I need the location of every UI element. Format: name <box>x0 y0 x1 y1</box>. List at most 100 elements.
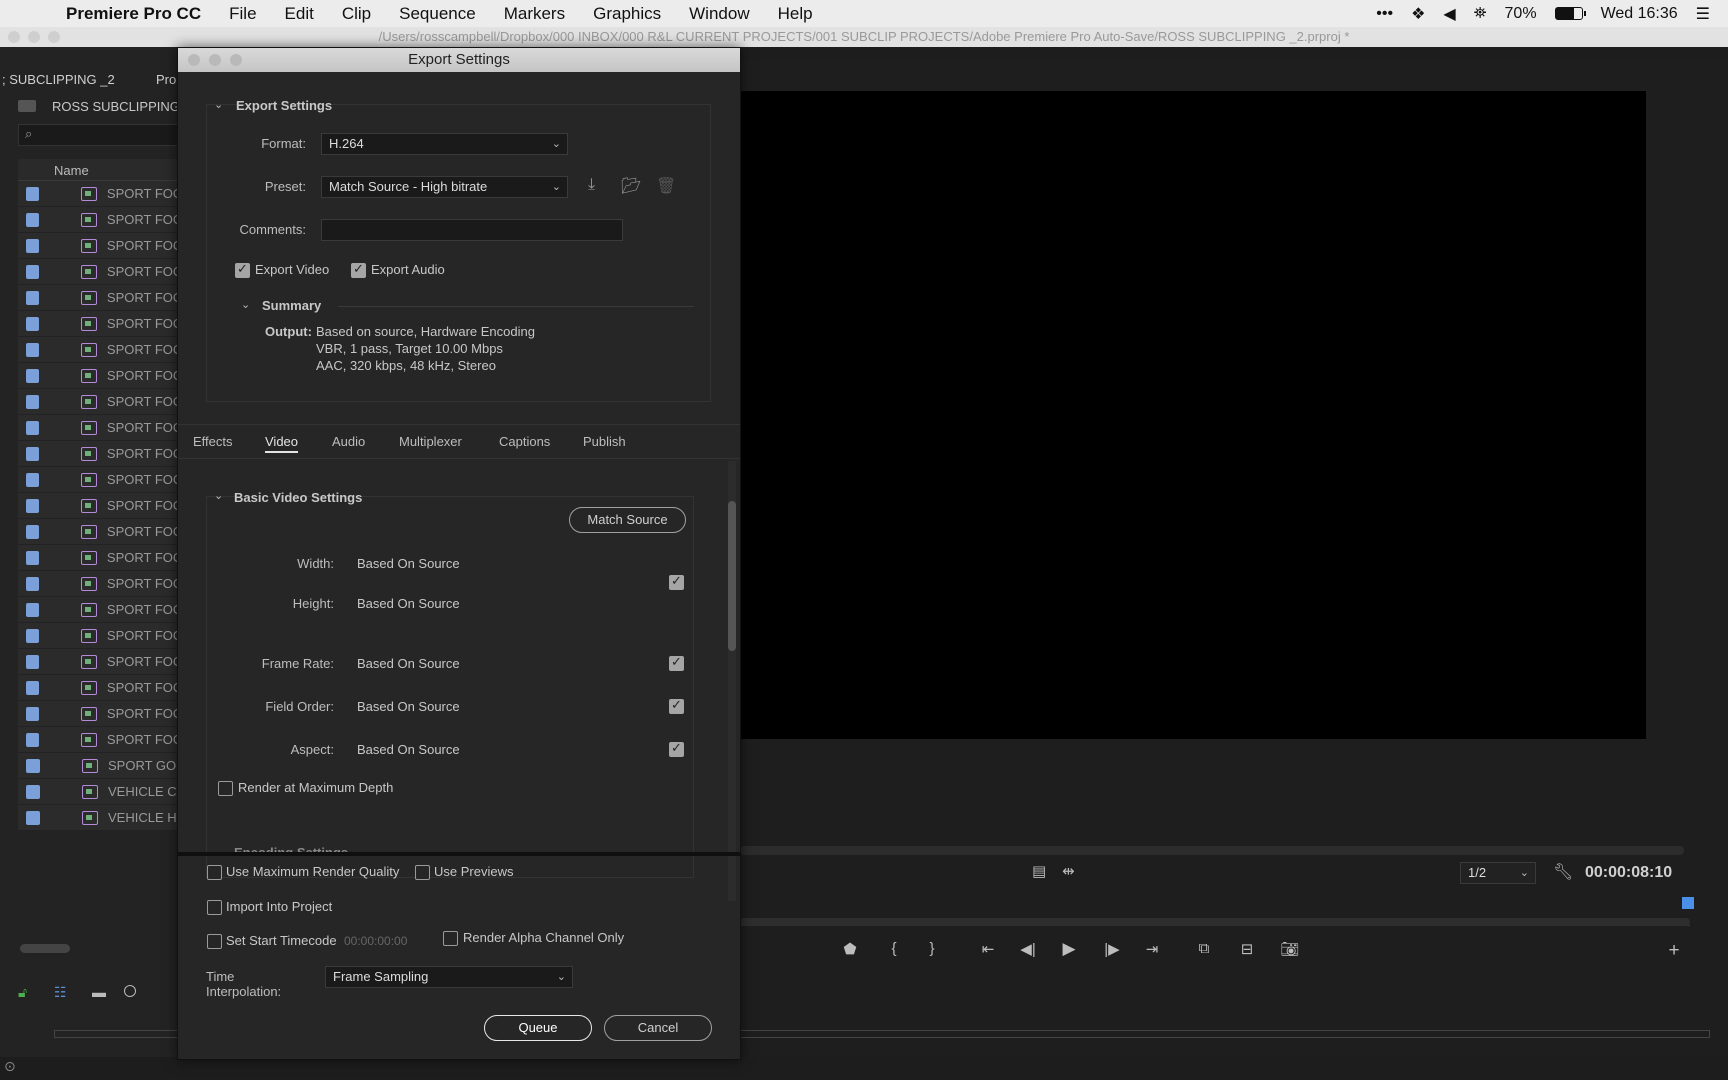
label-color-swatch[interactable] <box>26 238 40 253</box>
horizontal-scrollbar[interactable] <box>20 944 70 953</box>
preset-dropdown[interactable]: Match Source - High bitrate ⌄ <box>321 176 568 198</box>
monitor-zoom-scrollbar[interactable] <box>740 846 1684 855</box>
label-color-swatch[interactable] <box>26 576 40 591</box>
menu-window[interactable]: Window <box>675 0 763 27</box>
more-icon[interactable]: ••• <box>1376 5 1393 23</box>
start-timecode-value[interactable]: 00:00:00:00 <box>344 934 407 948</box>
project-item-row[interactable]: SPORT GO <box>18 753 180 779</box>
label-color-swatch[interactable] <box>26 290 40 305</box>
settings-scrollbar-thumb[interactable] <box>728 501 736 651</box>
queue-button[interactable]: Queue <box>484 1015 592 1041</box>
window-minimize-button[interactable] <box>28 31 40 43</box>
import-preset-icon[interactable]: 📂︎ <box>621 176 641 196</box>
project-item-row[interactable]: SPORT FOO <box>18 545 180 571</box>
project-item-row[interactable]: SPORT FOO <box>18 363 180 389</box>
collapse-export-settings-icon[interactable]: ⌄ <box>214 98 223 111</box>
volume-icon[interactable]: ◀ <box>1443 4 1455 24</box>
project-item-row[interactable]: SPORT FOO <box>18 207 180 233</box>
project-item-row[interactable]: SPORT FOO <box>18 675 180 701</box>
name-column-header[interactable]: Name <box>54 163 89 178</box>
project-item-row[interactable]: SPORT FOO <box>18 571 180 597</box>
label-color-swatch[interactable] <box>26 550 40 565</box>
export-video-checkbox[interactable] <box>235 261 250 278</box>
label-color-swatch[interactable] <box>26 706 40 721</box>
project-item-row[interactable]: SPORT FOO <box>18 701 180 727</box>
export-audio-checkbox[interactable] <box>351 261 366 278</box>
safe-margins-icon[interactable]: ▤ <box>1032 862 1046 880</box>
dialog-zoom-button[interactable] <box>230 54 242 66</box>
menu-markers[interactable]: Markers <box>490 0 579 27</box>
project-item-row[interactable]: VEHICLE H <box>18 805 180 831</box>
label-color-swatch[interactable] <box>26 758 40 773</box>
window-zoom-button[interactable] <box>48 31 60 43</box>
label-color-swatch[interactable] <box>26 498 40 513</box>
render-max-depth-checkbox[interactable] <box>218 781 233 796</box>
trim-icon[interactable]: ⇹ <box>1062 862 1075 880</box>
use-previews-checkbox[interactable] <box>415 865 430 880</box>
label-color-swatch[interactable] <box>26 316 40 331</box>
project-item-row[interactable]: SPORT FOO <box>18 441 180 467</box>
battery-icon[interactable] <box>1554 7 1586 20</box>
label-color-swatch[interactable] <box>26 732 40 747</box>
project-item-row[interactable]: SPORT FOO <box>18 259 180 285</box>
project-item-row[interactable]: SPORT FOO <box>18 337 180 363</box>
project-item-row[interactable]: SPORT FOO <box>18 727 180 753</box>
zoom-slider-handle[interactable] <box>124 985 136 997</box>
width-height-match-checkbox[interactable] <box>669 573 684 590</box>
project-item-row[interactable]: SPORT FOO <box>18 467 180 493</box>
label-color-swatch[interactable] <box>26 810 40 825</box>
tab-audio[interactable]: Audio <box>332 434 365 449</box>
step-forward-icon[interactable]: |▶ <box>1100 940 1124 958</box>
menu-clip[interactable]: Clip <box>328 0 385 27</box>
go-to-in-icon[interactable]: ⇤ <box>976 940 1000 958</box>
collapse-basic-video-icon[interactable]: ⌄ <box>214 489 223 502</box>
project-item-row[interactable]: SPORT FOO <box>18 493 180 519</box>
mark-out-icon[interactable]: } <box>920 940 944 957</box>
menu-file[interactable]: File <box>215 0 270 27</box>
aspect-match-checkbox[interactable] <box>669 740 684 757</box>
project-item-row[interactable]: SPORT FOO <box>18 649 180 675</box>
save-preset-icon[interactable]: ⤓ <box>588 176 595 194</box>
label-color-swatch[interactable] <box>26 524 40 539</box>
step-back-icon[interactable]: ◀| <box>1016 940 1040 958</box>
project-item-row[interactable]: SPORT FOO <box>18 181 180 207</box>
collapse-summary-icon[interactable]: ⌄ <box>241 298 250 311</box>
project-item-row[interactable]: SPORT FOO <box>18 285 180 311</box>
playhead-marker[interactable] <box>1682 897 1694 909</box>
label-color-swatch[interactable] <box>26 628 40 643</box>
menu-app-name[interactable]: Premiere Pro CC <box>50 0 215 27</box>
wrench-icon[interactable]: 🔧︎ <box>1553 862 1573 882</box>
play-icon[interactable]: ▶ <box>1057 939 1081 959</box>
menu-graphics[interactable]: Graphics <box>579 0 675 27</box>
label-color-swatch[interactable] <box>26 420 40 435</box>
zoom-dropdown[interactable]: 1/2 ⌄ <box>1460 862 1536 884</box>
dropbox-icon[interactable]: ❖ <box>1411 4 1425 24</box>
tab-effects[interactable]: Effects <box>193 434 233 449</box>
cc-icon[interactable]: ⊙ <box>4 1058 16 1075</box>
label-color-swatch[interactable] <box>26 446 40 461</box>
menu-sequence[interactable]: Sequence <box>385 0 490 27</box>
project-tab[interactable]: Pro <box>156 72 176 87</box>
format-dropdown[interactable]: H.264 ⌄ <box>321 133 568 155</box>
label-color-swatch[interactable] <box>26 212 40 227</box>
list-view-icon[interactable]: ☷ <box>54 984 67 1001</box>
icon-view-icon[interactable]: ▬ <box>92 984 106 1000</box>
project-item-row[interactable]: SPORT FOO <box>18 389 180 415</box>
clock[interactable]: Wed 16:36 <box>1601 5 1678 23</box>
label-color-swatch[interactable] <box>26 368 40 383</box>
insert-icon[interactable]: ⧉ <box>1192 940 1216 957</box>
project-item-row[interactable]: SPORT FOO <box>18 233 180 259</box>
label-color-swatch[interactable] <box>26 342 40 357</box>
settings-scrollbar[interactable] <box>728 461 736 901</box>
time-interpolation-dropdown[interactable]: Frame Sampling ⌄ <box>325 966 573 988</box>
tab-multiplexer[interactable]: Multiplexer <box>399 434 462 449</box>
project-item-row[interactable]: SPORT FOO <box>18 311 180 337</box>
column-header[interactable]: Name <box>18 159 180 181</box>
lock-icon[interactable]: 🔓︎ <box>18 984 27 1001</box>
delete-preset-icon[interactable]: 🗑︎ <box>656 176 676 196</box>
dialog-minimize-button[interactable] <box>209 54 221 66</box>
label-color-swatch[interactable] <box>26 394 40 409</box>
set-start-timecode-checkbox[interactable] <box>207 934 222 949</box>
tab-publish[interactable]: Publish <box>583 434 626 449</box>
menu-edit[interactable]: Edit <box>271 0 328 27</box>
